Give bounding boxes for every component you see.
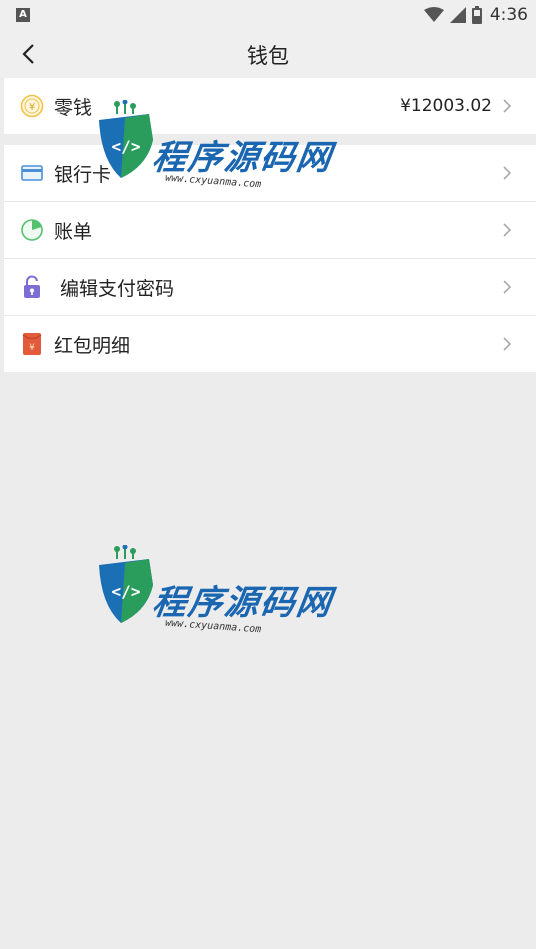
signal-icon	[449, 7, 466, 23]
change-label: 零钱	[54, 96, 93, 119]
watermark-brand: 程序源码网	[149, 583, 336, 623]
chevron-right-icon	[503, 337, 512, 351]
svg-text:</>: </>	[112, 582, 141, 601]
change-amount: ¥12003.02	[400, 96, 492, 116]
chevron-right-icon	[503, 99, 512, 113]
coin-icon: ¥	[20, 94, 44, 118]
menu-item-bill[interactable]: 账单	[4, 202, 536, 259]
menu-item-label: 编辑支付密码	[60, 277, 175, 300]
menu-item-label: 红包明细	[54, 334, 131, 357]
wifi-icon	[423, 7, 444, 22]
bank-card-icon	[21, 165, 43, 181]
svg-text:¥: ¥	[29, 102, 35, 113]
pie-chart-icon	[21, 219, 43, 241]
page-title: 钱包	[247, 44, 289, 68]
svg-text:¥: ¥	[29, 343, 35, 353]
watermark-middle: </> 程序源码网 www.cxyuanma.com	[95, 545, 335, 655]
menu-item-red-envelope[interactable]: ¥ 红包明细	[4, 316, 536, 372]
clock: 4:36	[489, 5, 528, 25]
battery-icon	[471, 6, 482, 24]
svg-text:</>: </>	[112, 137, 141, 156]
red-envelope-icon: ¥	[22, 333, 42, 355]
menu-item-edit-password[interactable]: 编辑支付密码	[4, 259, 536, 316]
watermark-brand: 程序源码网	[149, 138, 336, 178]
shield-logo-icon: </>	[99, 100, 153, 178]
app-bar: 钱包	[0, 30, 536, 78]
chevron-right-icon	[503, 223, 512, 237]
shield-logo-icon: </>	[99, 545, 153, 623]
chevron-right-icon	[503, 166, 512, 180]
notification-icon: A	[16, 8, 30, 22]
chevron-right-icon	[503, 280, 512, 294]
status-bar: A 4:36	[0, 0, 536, 30]
watermark-top: </> 程序源码网 www.cxyuanma.com	[95, 100, 335, 210]
menu-item-label: 账单	[54, 220, 93, 243]
lock-icon	[24, 275, 40, 298]
